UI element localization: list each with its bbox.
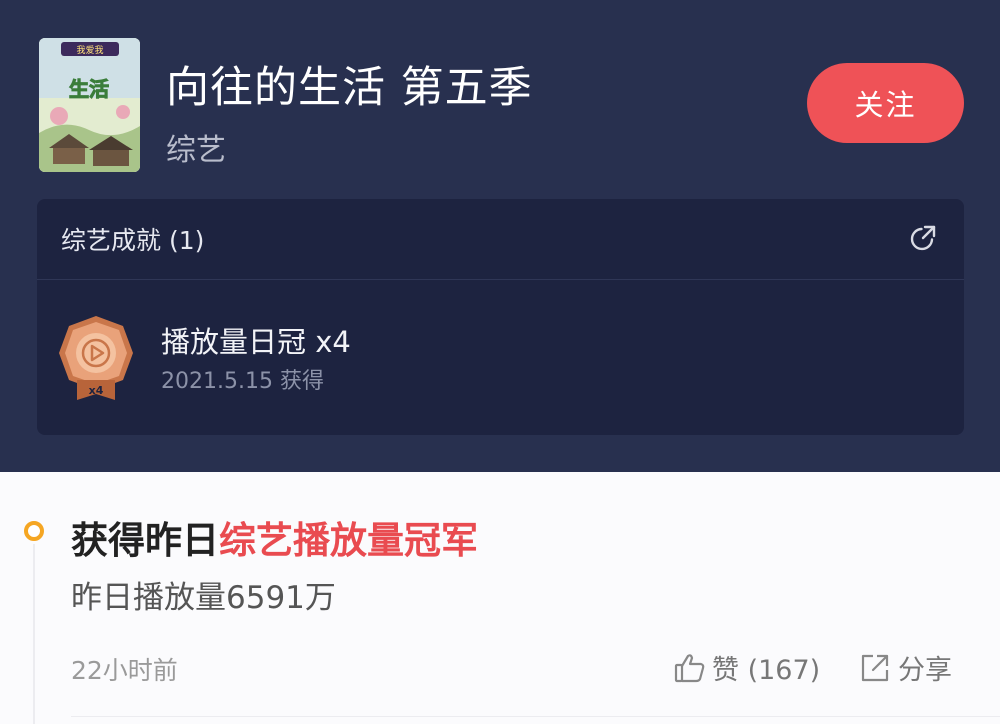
external-link-icon[interactable]: [908, 223, 938, 253]
post-title-highlight[interactable]: 综艺播放量冠军: [219, 519, 478, 562]
achievement-card-header[interactable]: 综艺成就 (1): [37, 199, 964, 280]
show-poster[interactable]: 我爱我 生活: [39, 38, 140, 172]
medal-count-badge: x4: [89, 384, 104, 397]
timeline-line: [33, 544, 35, 724]
achievement-date: 2021.5.15 获得: [161, 369, 324, 394]
show-category[interactable]: 综艺: [166, 125, 226, 169]
timeline-dot: [24, 521, 44, 541]
follow-button[interactable]: 关注: [807, 63, 964, 143]
post-title: 获得昨日综艺播放量冠军: [71, 510, 478, 564]
divider: [71, 716, 1000, 717]
post-timestamp: 22小时前: [71, 656, 178, 685]
achievement-heading: 综艺成就 (1): [61, 226, 205, 255]
poster-badge: 我爱我: [76, 45, 103, 56]
poster-title: 生活: [69, 77, 109, 101]
bronze-medal-icon: x4: [59, 316, 133, 400]
like-button[interactable]: 赞 (167): [674, 648, 820, 687]
like-label: 赞 (167): [712, 655, 821, 686]
share-button[interactable]: 分享: [860, 648, 952, 687]
achievement-name: 播放量日冠 x4: [161, 325, 351, 359]
thumbs-up-icon: [674, 653, 705, 682]
share-label: 分享: [898, 655, 952, 686]
show-header: 我爱我 生活 向往的生活 第五季 综艺 关注 综艺成就 (1) x4 播放量日冠…: [0, 0, 1000, 472]
post-subtitle: 昨日播放量6591万: [71, 580, 336, 616]
achievement-card: 综艺成就 (1) x4 播放量日冠 x4 2021.5.15 获得: [37, 199, 964, 435]
show-title: 向往的生活 第五季: [166, 63, 533, 113]
share-icon: [861, 654, 889, 681]
post-title-prefix: 获得昨日: [71, 519, 219, 562]
